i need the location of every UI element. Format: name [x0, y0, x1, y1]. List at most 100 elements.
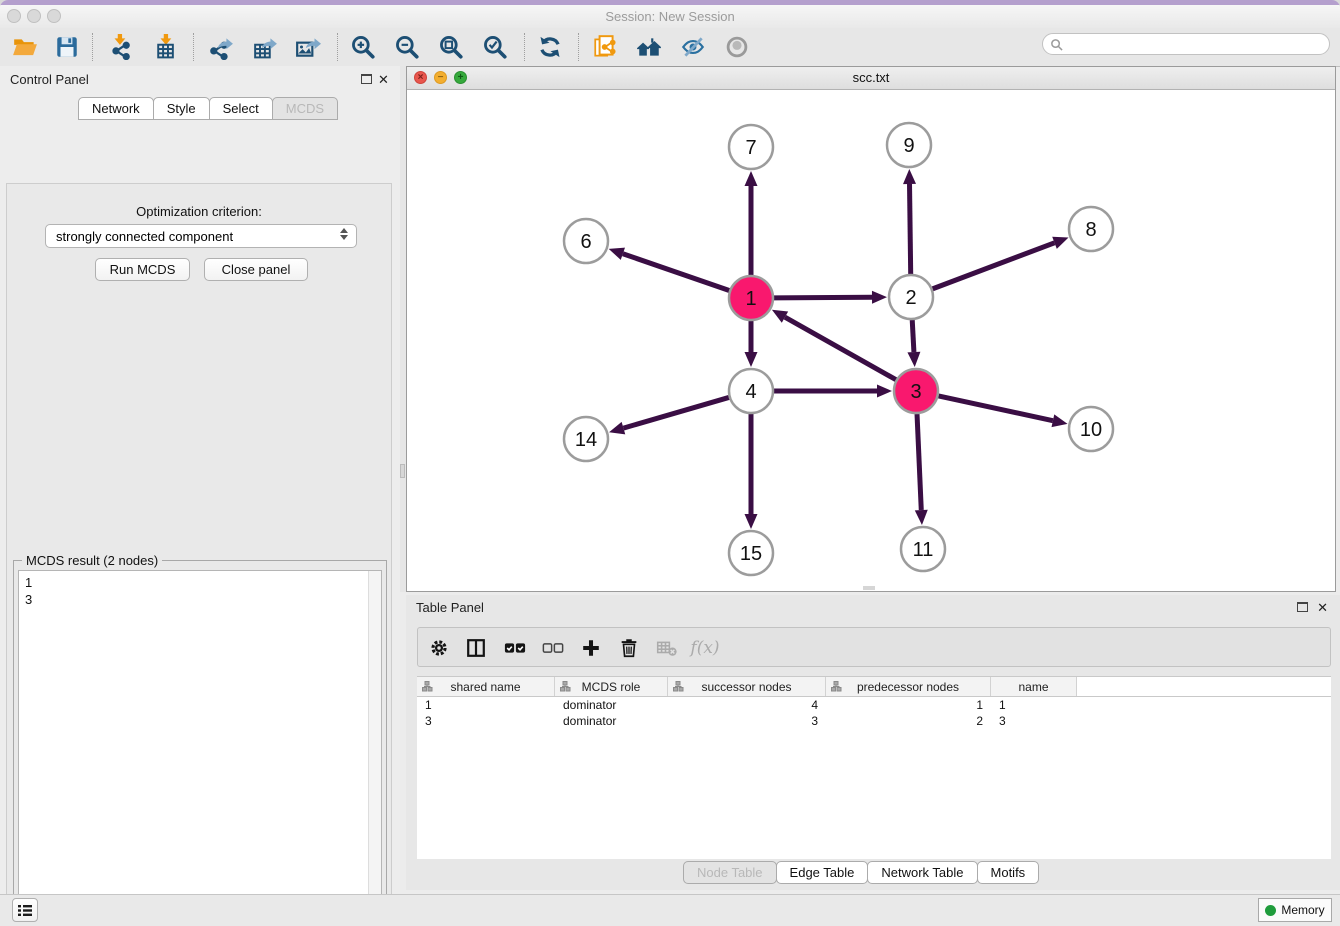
result-scrollbar[interactable]	[368, 571, 381, 926]
cell-shared-name[interactable]: 1	[417, 697, 555, 713]
edge-1-6[interactable]	[623, 254, 729, 291]
columns-icon[interactable]	[463, 636, 489, 660]
cell-successor-nodes[interactable]: 3	[668, 713, 826, 729]
zoom-out-icon[interactable]	[390, 31, 424, 63]
edge-2-3[interactable]	[912, 320, 914, 352]
column-header-successor-nodes[interactable]: successor nodes	[668, 677, 826, 696]
table-row[interactable]: 3dominator323	[417, 713, 1331, 729]
trash-icon[interactable]	[616, 636, 642, 660]
export-table-icon[interactable]	[248, 31, 282, 63]
network-resize-grip[interactable]	[863, 586, 875, 590]
select-all-icon[interactable]	[502, 636, 528, 660]
network-window-title: scc.txt	[407, 70, 1335, 85]
open-folder-icon[interactable]	[8, 31, 42, 63]
network-canvas[interactable]: 1234678910111415	[407, 89, 1335, 591]
cell-shared-name[interactable]: 3	[417, 713, 555, 729]
optimization-dropdown-value: strongly connected component	[56, 229, 233, 244]
tab-select[interactable]: Select	[209, 97, 273, 120]
search-field[interactable]	[1042, 33, 1330, 55]
node-label-11: 11	[913, 539, 934, 561]
edge-1-2[interactable]	[774, 297, 872, 298]
tab-style[interactable]: Style	[153, 97, 210, 120]
cell-predecessor-nodes[interactable]: 1	[826, 697, 991, 713]
window-titlebar[interactable]: Session: New Session	[0, 5, 1340, 29]
edge-arrow-4-3	[877, 385, 892, 398]
float-panel-icon[interactable]	[361, 74, 372, 84]
gear-icon[interactable]	[426, 636, 452, 660]
table-float-icon[interactable]	[1297, 602, 1308, 612]
column-header-label: shared name	[450, 680, 520, 694]
edge-arrow-1-4	[745, 352, 758, 367]
show-panels-button[interactable]	[12, 898, 38, 922]
tab-mcds[interactable]: MCDS	[272, 97, 338, 120]
tab-edge-table[interactable]: Edge Table	[776, 861, 869, 884]
import-table-icon[interactable]	[150, 31, 184, 63]
tab-network-table[interactable]: Network Table	[867, 861, 977, 884]
edge-3-1[interactable]	[785, 317, 896, 380]
zoom-in-icon[interactable]	[346, 31, 380, 63]
divider-grip[interactable]	[400, 464, 405, 478]
column-header-MCDS-role[interactable]: MCDS role	[555, 677, 668, 696]
tab-node-table[interactable]: Node Table	[683, 861, 777, 884]
memory-button[interactable]: Memory	[1258, 898, 1332, 922]
hide-eye-icon[interactable]	[676, 31, 710, 63]
edge-2-9[interactable]	[910, 184, 911, 274]
control-panel: Control Panel ✕ NetworkStyleSelectMCDS O…	[0, 66, 400, 894]
column-header-predecessor-nodes[interactable]: predecessor nodes	[826, 677, 991, 696]
table-close-icon[interactable]: ✕	[1317, 602, 1328, 614]
edge-3-10[interactable]	[938, 396, 1052, 421]
tab-motifs[interactable]: Motifs	[977, 861, 1040, 884]
optimization-criterion-label: Optimization criterion:	[7, 204, 391, 219]
node-label-15: 15	[740, 543, 762, 565]
application-window: Session: New Session Control Panel ✕ Net…	[0, 0, 1340, 926]
cell-predecessor-nodes[interactable]: 2	[826, 713, 991, 729]
import-network-icon[interactable]	[104, 31, 138, 63]
deselect-all-icon[interactable]	[540, 636, 566, 660]
export-image-icon[interactable]	[291, 31, 325, 63]
optimization-dropdown[interactable]: strongly connected component	[45, 224, 357, 248]
dropdown-spinner-icon	[340, 228, 348, 240]
mcds-result-area[interactable]: 1 3	[18, 570, 382, 926]
edge-arrow-2-3	[907, 352, 920, 367]
node-label-8: 8	[1085, 219, 1096, 241]
zoom-fit-icon[interactable]	[434, 31, 468, 63]
cell-name[interactable]: 1	[991, 697, 1077, 713]
search-icon	[1050, 38, 1063, 51]
eye-icon[interactable]	[720, 31, 754, 63]
search-input[interactable]	[1063, 35, 1329, 53]
cell-name[interactable]: 3	[991, 713, 1077, 729]
node-label-10: 10	[1080, 419, 1102, 441]
column-type-icon	[831, 681, 842, 695]
cell-MCDS-role[interactable]: dominator	[555, 697, 668, 713]
cell-successor-nodes[interactable]: 4	[668, 697, 826, 713]
export-network-icon[interactable]	[204, 31, 238, 63]
cell-MCDS-role[interactable]: dominator	[555, 713, 668, 729]
table-row[interactable]: 1dominator411	[417, 697, 1331, 713]
tab-network[interactable]: Network	[78, 97, 154, 120]
network-copy-icon[interactable]	[588, 31, 622, 63]
edge-arrow-4-14	[609, 422, 625, 434]
column-type-icon	[673, 681, 684, 695]
zoom-selected-icon[interactable]	[478, 31, 512, 63]
node-label-4: 4	[745, 381, 756, 403]
close-panel-icon[interactable]: ✕	[378, 74, 389, 86]
column-header-shared-name[interactable]: shared name	[417, 677, 555, 696]
edge-arrow-1-6	[609, 248, 625, 260]
column-type-icon	[560, 681, 571, 695]
edge-2-8[interactable]	[933, 243, 1055, 289]
fx-icon: f(x)	[692, 636, 718, 660]
node-label-2: 2	[905, 287, 916, 309]
refresh-icon[interactable]	[533, 31, 567, 63]
edge-3-11[interactable]	[917, 414, 921, 510]
column-header-name[interactable]: name	[991, 677, 1077, 696]
close-panel-button[interactable]: Close panel	[204, 258, 308, 281]
column-header-label: MCDS role	[582, 680, 641, 694]
network-window-titlebar[interactable]: × − + scc.txt	[407, 67, 1335, 90]
run-mcds-button[interactable]: Run MCDS	[95, 258, 190, 281]
edge-4-14[interactable]	[623, 397, 728, 428]
home-icon[interactable]	[632, 31, 666, 63]
column-header-label: name	[1018, 680, 1048, 694]
add-icon[interactable]	[578, 636, 604, 660]
toolbar-separator	[524, 33, 525, 61]
save-icon[interactable]	[50, 31, 84, 63]
